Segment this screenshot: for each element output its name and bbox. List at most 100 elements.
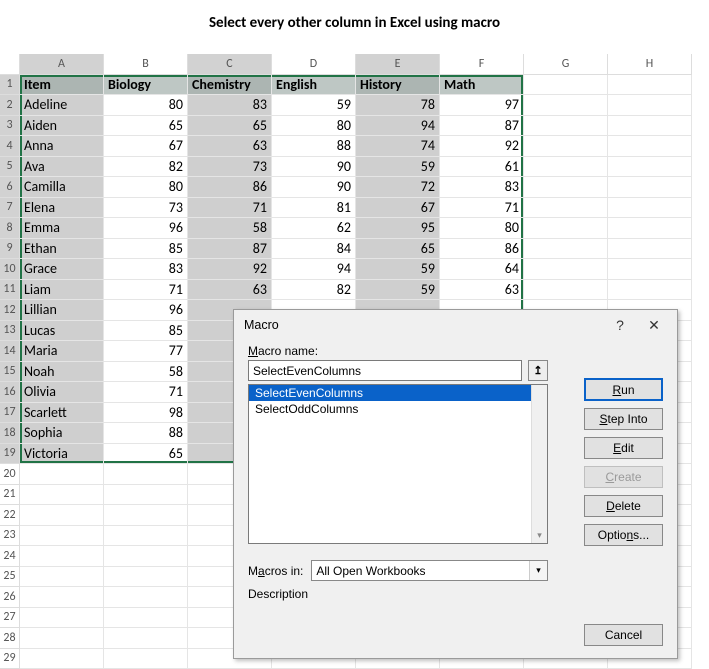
cell-B7[interactable]: 73 — [104, 198, 188, 219]
cell-D4[interactable]: 88 — [272, 136, 356, 157]
macro-list[interactable]: SelectEvenColumns SelectOddColumns ▾ — [248, 384, 548, 544]
row-header-2[interactable]: 2 — [0, 95, 20, 116]
cell-A5[interactable]: Ava — [20, 157, 104, 178]
cell-A29[interactable] — [20, 649, 104, 669]
step-into-button[interactable]: Step Into — [584, 408, 663, 430]
col-header-B[interactable]: B — [104, 54, 188, 75]
cell-C9[interactable]: 87 — [188, 239, 272, 260]
row-header-23[interactable]: 23 — [0, 526, 20, 547]
cell-E11[interactable]: 59 — [356, 280, 440, 301]
cell-A17[interactable]: Scarlett — [20, 403, 104, 424]
cell-E1[interactable]: History — [356, 75, 440, 96]
cell-B24[interactable] — [104, 546, 188, 567]
cell-A18[interactable]: Sophia — [20, 423, 104, 444]
cell-D9[interactable]: 84 — [272, 239, 356, 260]
cell-D8[interactable]: 62 — [272, 218, 356, 239]
cell-C2[interactable]: 83 — [188, 95, 272, 116]
macro-item-selectevencolumns[interactable]: SelectEvenColumns — [249, 385, 547, 401]
cell-G8[interactable] — [524, 218, 608, 239]
col-header-E[interactable]: E — [356, 54, 440, 75]
cell-E8[interactable]: 95 — [356, 218, 440, 239]
close-icon[interactable]: ✕ — [637, 312, 671, 338]
cell-A15[interactable]: Noah — [20, 362, 104, 383]
col-header-D[interactable]: D — [272, 54, 356, 75]
row-header-18[interactable]: 18 — [0, 423, 20, 444]
delete-button[interactable]: Delete — [584, 495, 663, 517]
cell-A11[interactable]: Liam — [20, 280, 104, 301]
row-header-22[interactable]: 22 — [0, 505, 20, 526]
cell-E2[interactable]: 78 — [356, 95, 440, 116]
row-header-10[interactable]: 10 — [0, 259, 20, 280]
macros-in-dropdown[interactable]: All Open Workbooks ▾ — [311, 560, 548, 581]
cell-H7[interactable] — [608, 198, 692, 219]
row-header-8[interactable]: 8 — [0, 218, 20, 239]
cell-A24[interactable] — [20, 546, 104, 567]
cell-B3[interactable]: 65 — [104, 116, 188, 137]
cell-D6[interactable]: 90 — [272, 177, 356, 198]
cell-A6[interactable]: Camilla — [20, 177, 104, 198]
cell-A23[interactable] — [20, 526, 104, 547]
cell-A4[interactable]: Anna — [20, 136, 104, 157]
cell-H2[interactable] — [608, 95, 692, 116]
row-header-11[interactable]: 11 — [0, 280, 20, 301]
cell-D2[interactable]: 59 — [272, 95, 356, 116]
row-header-7[interactable]: 7 — [0, 198, 20, 219]
cell-G10[interactable] — [524, 259, 608, 280]
macro-name-input[interactable] — [248, 360, 522, 381]
cell-G2[interactable] — [524, 95, 608, 116]
row-header-21[interactable]: 21 — [0, 485, 20, 506]
cell-A1[interactable]: Item — [20, 75, 104, 96]
row-header-19[interactable]: 19 — [0, 444, 20, 465]
col-header-C[interactable]: C — [188, 54, 272, 75]
cell-B14[interactable]: 77 — [104, 341, 188, 362]
row-header-20[interactable]: 20 — [0, 464, 20, 485]
cell-B19[interactable]: 65 — [104, 444, 188, 465]
cell-H4[interactable] — [608, 136, 692, 157]
cell-D1[interactable]: English — [272, 75, 356, 96]
dialog-titlebar[interactable]: Macro ? ✕ — [234, 310, 677, 340]
cell-F2[interactable]: 97 — [440, 95, 524, 116]
cell-C10[interactable]: 92 — [188, 259, 272, 280]
cell-B22[interactable] — [104, 505, 188, 526]
cell-A19[interactable]: Victoria — [20, 444, 104, 465]
cell-B21[interactable] — [104, 485, 188, 506]
col-header-H[interactable]: H — [608, 54, 692, 75]
cell-G6[interactable] — [524, 177, 608, 198]
cell-A7[interactable]: Elena — [20, 198, 104, 219]
cell-B1[interactable]: Biology — [104, 75, 188, 96]
cell-B13[interactable]: 85 — [104, 321, 188, 342]
cell-F10[interactable]: 64 — [440, 259, 524, 280]
cell-F6[interactable]: 83 — [440, 177, 524, 198]
cell-A14[interactable]: Maria — [20, 341, 104, 362]
cell-B25[interactable] — [104, 567, 188, 588]
cell-E6[interactable]: 72 — [356, 177, 440, 198]
reference-icon[interactable]: ↥ — [528, 360, 548, 381]
row-header-27[interactable]: 27 — [0, 608, 20, 629]
cell-G11[interactable] — [524, 280, 608, 301]
cell-B18[interactable]: 88 — [104, 423, 188, 444]
row-header-26[interactable]: 26 — [0, 587, 20, 608]
cell-H9[interactable] — [608, 239, 692, 260]
cell-C4[interactable]: 63 — [188, 136, 272, 157]
cell-C6[interactable]: 86 — [188, 177, 272, 198]
cell-G7[interactable] — [524, 198, 608, 219]
cell-B29[interactable] — [104, 649, 188, 669]
cell-B2[interactable]: 80 — [104, 95, 188, 116]
cell-F5[interactable]: 61 — [440, 157, 524, 178]
cell-F9[interactable]: 86 — [440, 239, 524, 260]
cell-D3[interactable]: 80 — [272, 116, 356, 137]
cell-H3[interactable] — [608, 116, 692, 137]
cell-G5[interactable] — [524, 157, 608, 178]
cell-C1[interactable]: Chemistry — [188, 75, 272, 96]
row-header-25[interactable]: 25 — [0, 567, 20, 588]
cell-C7[interactable]: 71 — [188, 198, 272, 219]
cell-B16[interactable]: 71 — [104, 382, 188, 403]
cell-A16[interactable]: Olivia — [20, 382, 104, 403]
cell-E5[interactable]: 59 — [356, 157, 440, 178]
cell-C3[interactable]: 65 — [188, 116, 272, 137]
cell-H6[interactable] — [608, 177, 692, 198]
cell-H5[interactable] — [608, 157, 692, 178]
row-header-13[interactable]: 13 — [0, 321, 20, 342]
row-header-4[interactable]: 4 — [0, 136, 20, 157]
row-header-16[interactable]: 16 — [0, 382, 20, 403]
